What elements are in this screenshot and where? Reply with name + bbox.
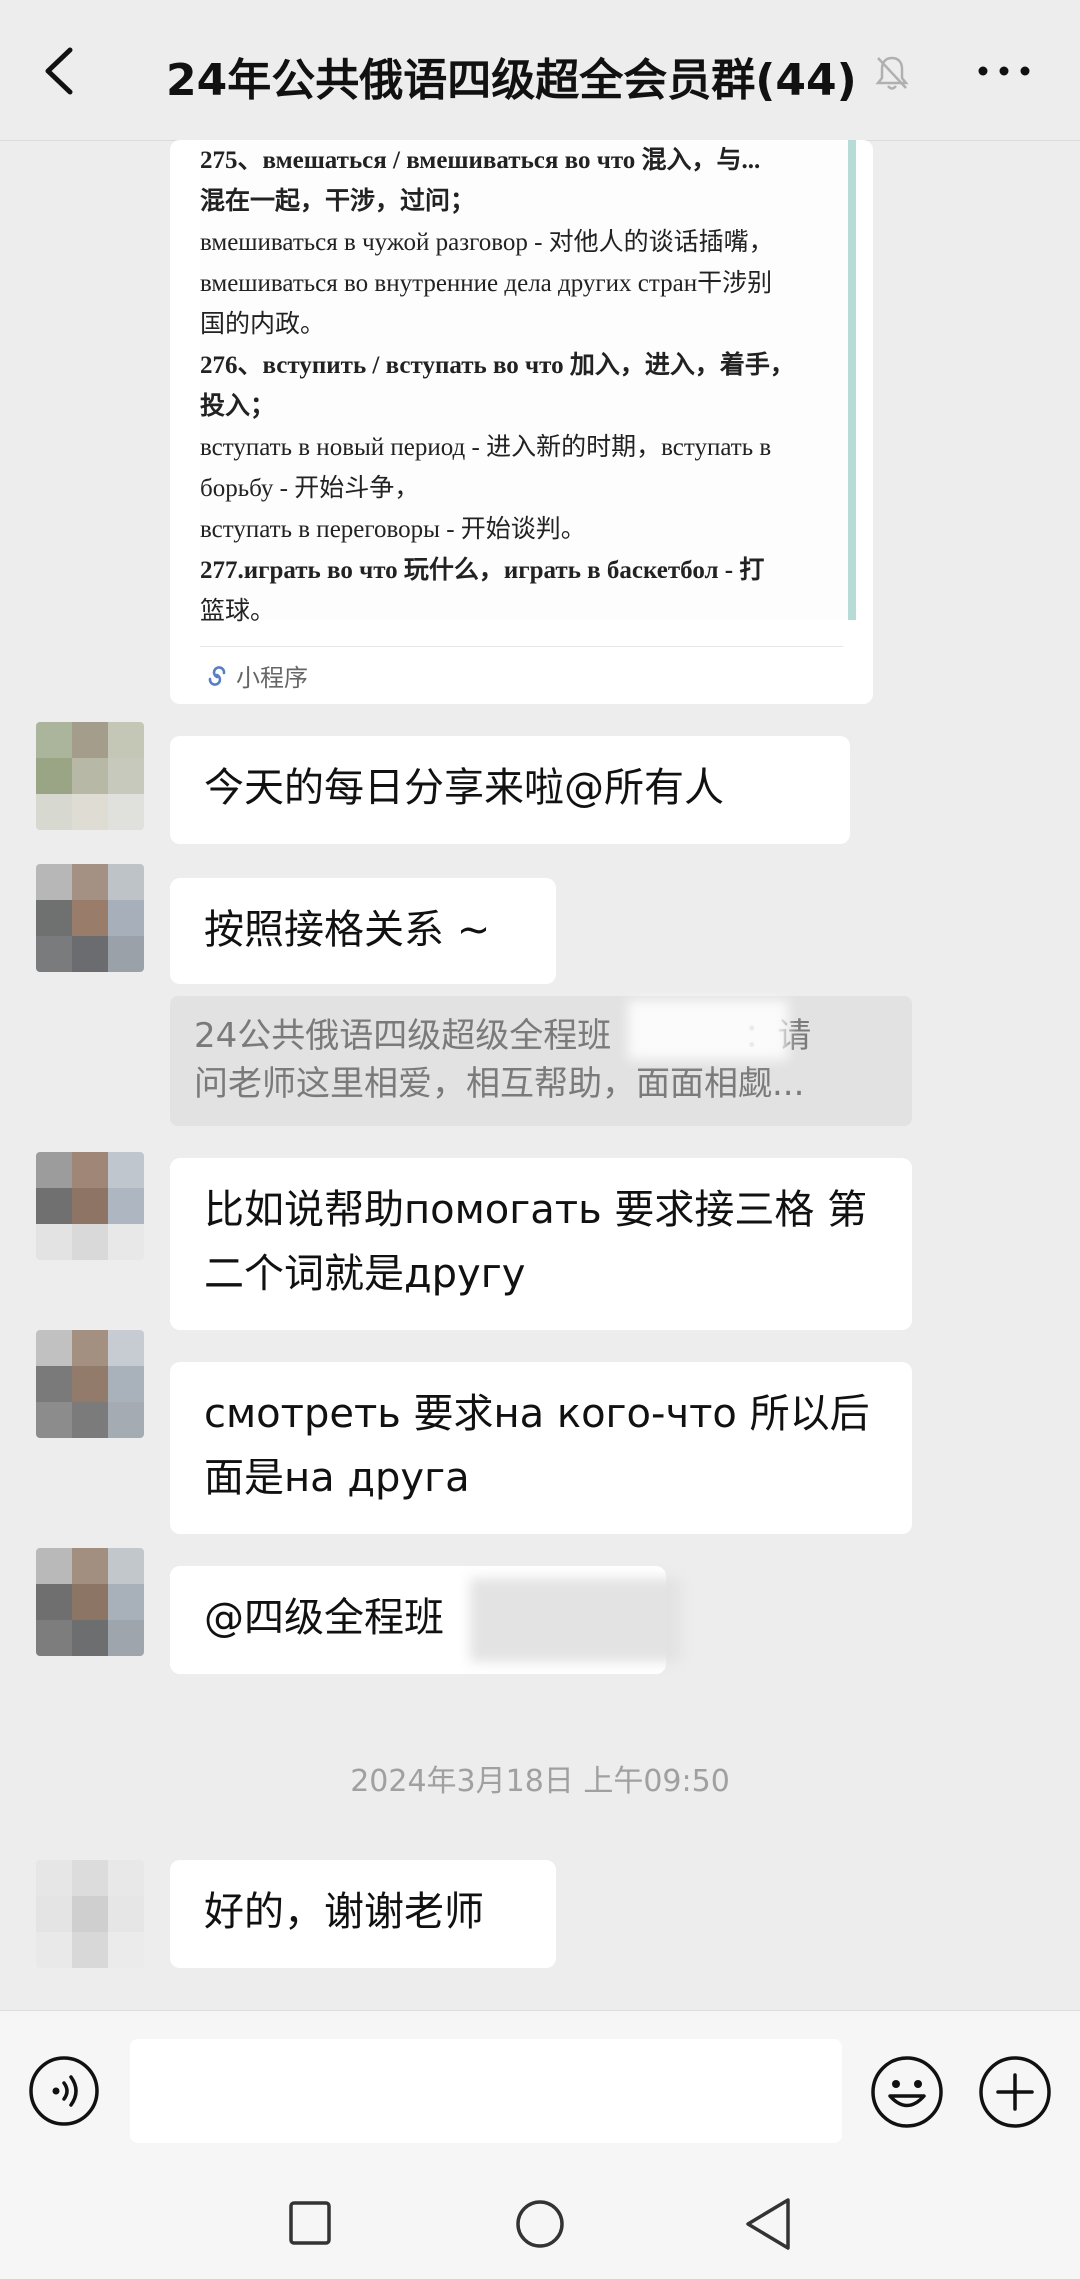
avatar[interactable] [36, 864, 144, 972]
avatar[interactable] [36, 1548, 144, 1656]
avatar[interactable] [36, 1860, 144, 1968]
doc-line: 篮球。 [200, 598, 276, 625]
emoji-icon[interactable] [870, 2055, 944, 2129]
card-divider [200, 646, 843, 647]
document-preview: 275、вмешаться / вмешиваться во что 混入，与.… [200, 140, 856, 625]
message-text: 按照接格关系 ~ [204, 907, 491, 953]
redaction [470, 1578, 680, 1662]
voice-icon[interactable] [28, 2055, 100, 2127]
doc-line: 投入； [200, 393, 276, 420]
chat-header: 24年公共俄语四级超全会员群(44) [0, 0, 1080, 141]
quoted-message[interactable]: 24公共俄语四级超级全程班：请 问老师这里相爱，相互帮助，面面相觑... [170, 996, 912, 1126]
input-bar [0, 2010, 1080, 2171]
message-text: 好的，谢谢老师 [204, 1889, 484, 1935]
doc-line: вмешиваться во внутренние дела других ст… [200, 270, 773, 297]
message-text: 今天的每日分享来啦@所有人 [204, 765, 724, 811]
back-arrow-icon[interactable] [40, 46, 80, 96]
message-bubble[interactable]: 好的，谢谢老师 [170, 1860, 556, 1968]
mini-program-icon [208, 665, 226, 686]
message-bubble[interactable]: 比如说帮助помогать 要求接三格 第二个词就是другу [170, 1158, 912, 1330]
bell-muted-icon [875, 56, 909, 90]
system-nav-bar [0, 2170, 1080, 2279]
square-nav-icon[interactable] [288, 2200, 332, 2246]
quote-text: 问老师这里相爱，相互帮助，面面相觑... [194, 1064, 805, 1104]
doc-line: 277.играть во что 玩什么，играть в баскетбол… [200, 557, 765, 584]
doc-line: вступать в новый период - 进入新的时期，вступат… [200, 434, 772, 461]
message-bubble[interactable]: 按照接格关系 ~ [170, 878, 556, 984]
plus-icon[interactable] [978, 2055, 1052, 2129]
doc-line: 276、вступить / вступать во что 加入，进入，着手， [200, 352, 795, 379]
doc-line: вступать в переговоры - 开始谈判。 [200, 516, 586, 543]
avatar[interactable] [36, 1330, 144, 1438]
doc-line: вмешиваться в чужой разговор - 对他人的谈话插嘴， [200, 229, 774, 256]
message-input[interactable] [130, 2039, 842, 2143]
mini-program-card[interactable]: 275、вмешаться / вмешиваться во что 混入，与.… [170, 140, 873, 704]
redaction [628, 1000, 788, 1060]
timestamp: 2024年3月18日 上午09:50 [350, 1764, 730, 1799]
more-dots-icon[interactable] [976, 64, 1032, 78]
message-bubble[interactable]: смотреть 要求на кого-что 所以后面是на друга [170, 1362, 912, 1534]
message-text: 比如说帮助помогать 要求接三格 第二个词就是другу [204, 1187, 868, 1297]
doc-line: 国的内政。 [200, 311, 326, 338]
quote-sender: 24公共俄语四级超级全程班 [194, 1016, 612, 1056]
chat-title: 24年公共俄语四级超全会员群(44) [166, 55, 857, 106]
avatar[interactable] [36, 1152, 144, 1260]
triangle-nav-icon[interactable] [742, 2196, 794, 2252]
circle-nav-icon[interactable] [514, 2198, 566, 2250]
message-bubble[interactable]: 今天的每日分享来啦@所有人 [170, 736, 850, 844]
doc-line: борьбу - 开始斗争， [200, 475, 420, 502]
mini-program-label: 小程序 [204, 658, 308, 693]
message-text: @四级全程班 [204, 1595, 444, 1641]
avatar[interactable] [36, 722, 144, 830]
doc-line: 混在一起，干涉，过问； [200, 188, 476, 215]
message-text: смотреть 要求на кого-что 所以后面是на друга [204, 1391, 870, 1501]
doc-line: 275、вмешаться / вмешиваться во что 混入，与.… [200, 147, 761, 174]
